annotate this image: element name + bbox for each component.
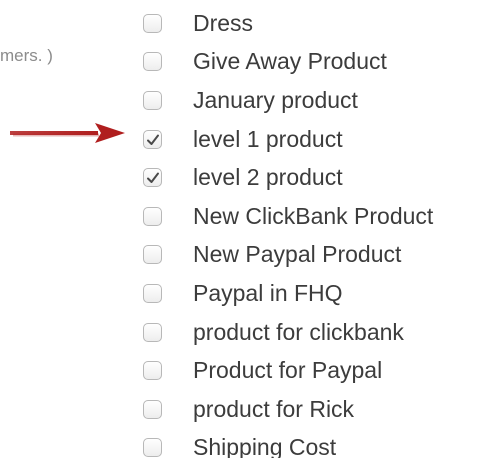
red-arrow-icon	[10, 123, 125, 143]
product-option-label: Give Away Product	[193, 48, 387, 75]
checkbox-unchecked[interactable]	[143, 245, 162, 265]
product-option-row[interactable]: level 2 product	[143, 158, 433, 197]
product-option-row[interactable]: Paypal in FHQ	[143, 274, 433, 313]
checkbox-unchecked[interactable]	[143, 90, 162, 110]
checkmark-icon	[147, 134, 159, 145]
product-option-row[interactable]: January product	[143, 81, 433, 120]
product-option-row[interactable]: product for Rick	[143, 390, 433, 429]
checkbox-checked[interactable]	[143, 129, 162, 149]
product-option-row[interactable]: product for clickbank	[143, 313, 433, 352]
product-option-label: New Paypal Product	[193, 241, 402, 268]
product-option-label: Dress	[193, 9, 254, 36]
checkbox-unchecked[interactable]	[143, 399, 162, 419]
product-option-label: Shipping Cost	[193, 434, 337, 458]
product-option-row[interactable]: New Paypal Product	[143, 236, 433, 275]
product-option-label: January product	[193, 86, 358, 113]
product-option-label: product for Rick	[193, 395, 355, 422]
product-option-label: Paypal in FHQ	[193, 279, 343, 306]
checkbox-unchecked[interactable]	[143, 52, 162, 72]
checkbox-unchecked[interactable]	[143, 438, 162, 458]
product-picker: mers. ) Dress Give Away Product January pr…	[0, 0, 493, 458]
product-option-label: level 2 product	[193, 164, 343, 191]
product-option-row[interactable]: Product for Paypal	[143, 351, 433, 390]
product-option-row[interactable]: Shipping Cost	[143, 429, 433, 458]
product-option-label: product for clickbank	[193, 318, 404, 345]
checkbox-unchecked[interactable]	[143, 322, 162, 342]
product-option-row[interactable]: New ClickBank Product	[143, 197, 433, 236]
checkmark-icon	[147, 172, 159, 184]
product-checkbox-list: Dress Give Away Product January product lev…	[143, 4, 433, 458]
product-option-label: level 1 product	[193, 125, 343, 152]
product-option-row[interactable]: level 1 product	[143, 120, 433, 159]
checkbox-unchecked[interactable]	[143, 361, 162, 381]
checkbox-unchecked[interactable]	[143, 283, 162, 303]
product-option-label: Product for Paypal	[193, 357, 383, 384]
truncated-hint-text: mers. )	[0, 46, 53, 65]
checkbox-unchecked[interactable]	[143, 13, 162, 33]
product-option-label: New ClickBank Product	[193, 202, 434, 229]
product-option-row[interactable]: Give Away Product	[143, 43, 433, 82]
product-option-row[interactable]: Dress	[143, 4, 433, 43]
checkbox-checked[interactable]	[143, 168, 162, 188]
checkbox-unchecked[interactable]	[143, 206, 162, 226]
